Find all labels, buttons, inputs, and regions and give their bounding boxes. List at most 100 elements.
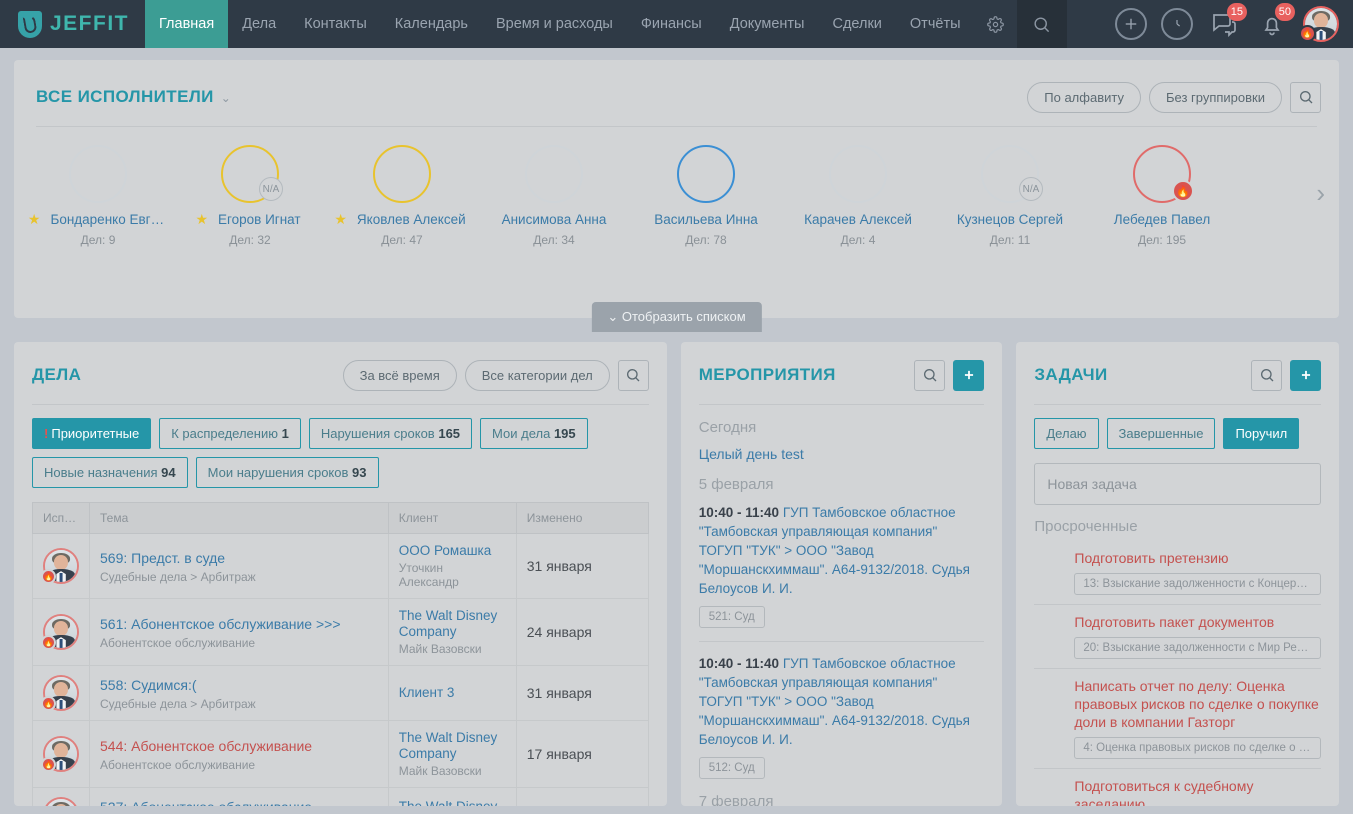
filter-deadline-violations[interactable]: Нарушения сроков 165 — [308, 418, 473, 449]
add-task-button[interactable] — [1290, 359, 1321, 391]
executor-card[interactable]: Анисимова Анна Дел: 34 — [478, 145, 630, 247]
executor-name[interactable]: Карачев Алексей — [800, 211, 916, 228]
column-header-client[interactable]: Клиент — [387, 502, 517, 534]
task-assignee-avatar[interactable] — [1034, 779, 1064, 806]
column-header-executor[interactable]: Исп… — [32, 502, 90, 534]
event-name[interactable]: test — [781, 446, 804, 462]
case-title[interactable]: 527: Абонентское обслуживание — [100, 798, 378, 807]
nav-item-finance[interactable]: Финансы — [627, 0, 716, 48]
event-item[interactable]: 10:40 - 11:40 ГУП Тамбовское областное "… — [698, 654, 985, 779]
event-item[interactable]: 10:40 - 11:40 ГУП Тамбовское областное "… — [698, 503, 985, 628]
client-name[interactable]: The Walt Disney Company — [399, 799, 506, 806]
chat-icon[interactable]: 15 — [1207, 3, 1247, 41]
executor-avatar[interactable]: 🔥 — [41, 675, 79, 711]
executor-name[interactable]: Лебедев Павел — [1110, 211, 1214, 228]
tab-doing[interactable]: Делаю — [1034, 418, 1099, 449]
list-item[interactable]: Подготовить претензию 13: Взыскание задо… — [1034, 541, 1321, 605]
executor-name[interactable]: Бондаренко Евг… — [46, 211, 168, 228]
case-title[interactable]: 558: Судимся:( — [100, 676, 378, 694]
executor-card[interactable]: N/A Кузнецов Сергей Дел: 11 — [934, 145, 1086, 247]
executor-card[interactable]: ★ Бондаренко Евг… Дел: 9 — [22, 145, 174, 247]
client-name[interactable]: Клиент 3 — [399, 685, 506, 701]
executor-name[interactable]: Васильева Инна — [650, 211, 762, 228]
task-case-tag[interactable]: 4: Оценка правовых рисков по сделке о по… — [1074, 737, 1321, 759]
case-title[interactable]: 544: Абонентское обслуживание — [100, 737, 378, 755]
gear-icon[interactable] — [975, 0, 1017, 48]
nav-item-calendar[interactable]: Календарь — [381, 0, 482, 48]
executors-search-icon[interactable] — [1290, 81, 1321, 113]
list-item[interactable]: Подготовиться к судебному заседанию 1: И… — [1034, 769, 1321, 806]
task-title[interactable]: Подготовиться к судебному заседанию — [1074, 777, 1321, 806]
tab-completed[interactable]: Завершенные — [1106, 418, 1216, 449]
show-as-list-button[interactable]: ⌄ Отобразить списком — [591, 302, 762, 332]
table-row[interactable]: 🔥 544: Абонентское обслуживание Абонентс… — [32, 720, 649, 788]
client-name[interactable]: ООО Ромашка — [399, 543, 506, 559]
bell-icon[interactable]: 50 — [1255, 3, 1295, 41]
task-title[interactable]: Подготовить претензию — [1074, 549, 1321, 567]
star-icon[interactable]: ★ — [195, 211, 208, 228]
column-header-changed[interactable]: Изменено — [515, 502, 649, 534]
list-item[interactable]: Подготовить пакет документов 20: Взыскан… — [1034, 605, 1321, 669]
executor-card[interactable]: N/A ★ Егоров Игнат Дел: 32 — [174, 145, 326, 247]
table-row[interactable]: 🔥 527: Абонентское обслуживание Абонентс… — [32, 787, 649, 807]
nav-item-contacts[interactable]: Контакты — [290, 0, 381, 48]
clock-icon[interactable] — [1161, 8, 1193, 40]
task-assignee-avatar[interactable] — [1034, 679, 1064, 709]
grouping-button[interactable]: Без группировки — [1148, 81, 1282, 113]
task-assignee-avatar[interactable] — [1034, 551, 1064, 581]
avatar[interactable]: 🔥 — [1299, 6, 1339, 42]
table-row[interactable]: 🔥 561: Абонентское обслуживание >>> Абон… — [32, 598, 649, 666]
nav-item-deals[interactable]: Сделки — [818, 0, 895, 48]
event-tag[interactable]: 521: Суд — [698, 606, 765, 628]
sort-alphabetical-button[interactable]: По алфавиту — [1027, 81, 1141, 113]
nav-item-reports[interactable]: Отчёты — [896, 0, 975, 48]
table-row[interactable]: 🔥 569: Предст. в суде Судебные дела > Ар… — [32, 533, 649, 599]
global-search-icon[interactable] — [1016, 0, 1067, 48]
executors-title[interactable]: ВСЕ ИСПОЛНИТЕЛИ ⌄ — [36, 87, 231, 107]
nav-item-documents[interactable]: Документы — [716, 0, 819, 48]
nav-item-time-expenses[interactable]: Время и расходы — [482, 0, 627, 48]
cases-category-button[interactable]: Все категории дел — [464, 359, 610, 391]
task-title[interactable]: Подготовить пакет документов — [1074, 613, 1321, 631]
chevron-right-icon[interactable]: › — [1316, 180, 1325, 206]
star-icon[interactable]: ★ — [334, 211, 347, 228]
executor-name[interactable]: Яковлев Алексей — [353, 211, 470, 228]
filter-my-deadline-violations[interactable]: Мои нарушения сроков 93 — [195, 457, 379, 488]
executor-avatar[interactable]: 🔥 — [41, 614, 79, 650]
filter-new-assignments[interactable]: Новые назначения 94 — [32, 457, 188, 488]
task-case-tag[interactable]: 20: Взыскание задолженности с Мир Рекла… — [1074, 637, 1321, 659]
tab-assigned[interactable]: Поручил — [1223, 418, 1300, 449]
executor-avatar[interactable]: 🔥 — [43, 797, 79, 806]
case-title[interactable]: 561: Абонентское обслуживание >>> — [100, 615, 378, 633]
executor-card[interactable]: ★ Яковлев Алексей Дел: 47 — [326, 145, 478, 247]
nav-item-home[interactable]: Главная — [145, 0, 229, 48]
app-logo[interactable]: JEFFIT — [0, 0, 145, 48]
star-icon[interactable]: ★ — [28, 211, 41, 228]
executor-name[interactable]: Егоров Игнат — [214, 211, 305, 228]
cases-search-icon[interactable] — [617, 359, 649, 391]
filter-priority[interactable]: ! Приоритетные — [32, 418, 152, 449]
cases-period-button[interactable]: За всё время — [342, 359, 457, 391]
task-title[interactable]: Написать отчет по делу: Оценка правовых … — [1074, 677, 1321, 731]
add-event-button[interactable] — [953, 359, 985, 391]
executor-name[interactable]: Кузнецов Сергей — [953, 211, 1067, 228]
client-name[interactable]: The Walt Disney Company — [399, 730, 506, 762]
executor-avatar[interactable]: 🔥 — [41, 736, 79, 772]
table-row[interactable]: 🔥 558: Судимся:( Судебные дела > Арбитра… — [32, 665, 649, 721]
events-search-icon[interactable] — [914, 359, 946, 391]
executor-card[interactable]: Карачев Алексей Дел: 4 — [782, 145, 934, 247]
column-header-subject[interactable]: Тема — [89, 502, 389, 534]
tasks-search-icon[interactable] — [1251, 359, 1282, 391]
new-task-input[interactable] — [1034, 463, 1321, 505]
executor-avatar[interactable]: 🔥 — [41, 548, 79, 584]
filter-my-cases[interactable]: Мои дела 195 — [480, 418, 588, 449]
event-item[interactable]: Целый день test — [699, 446, 985, 462]
filter-to-distribute[interactable]: К распределению 1 — [159, 418, 301, 449]
plus-circle-icon[interactable] — [1115, 8, 1147, 40]
task-assignee-avatar[interactable] — [1034, 615, 1064, 645]
event-tag[interactable]: 512: Суд — [698, 757, 765, 779]
nav-item-cases[interactable]: Дела — [228, 0, 290, 48]
executor-card[interactable]: Васильева Инна Дел: 78 — [630, 145, 782, 247]
client-name[interactable]: The Walt Disney Company — [399, 608, 506, 640]
task-case-tag[interactable]: 13: Взыскание задолженности с Концерна … — [1074, 573, 1321, 595]
